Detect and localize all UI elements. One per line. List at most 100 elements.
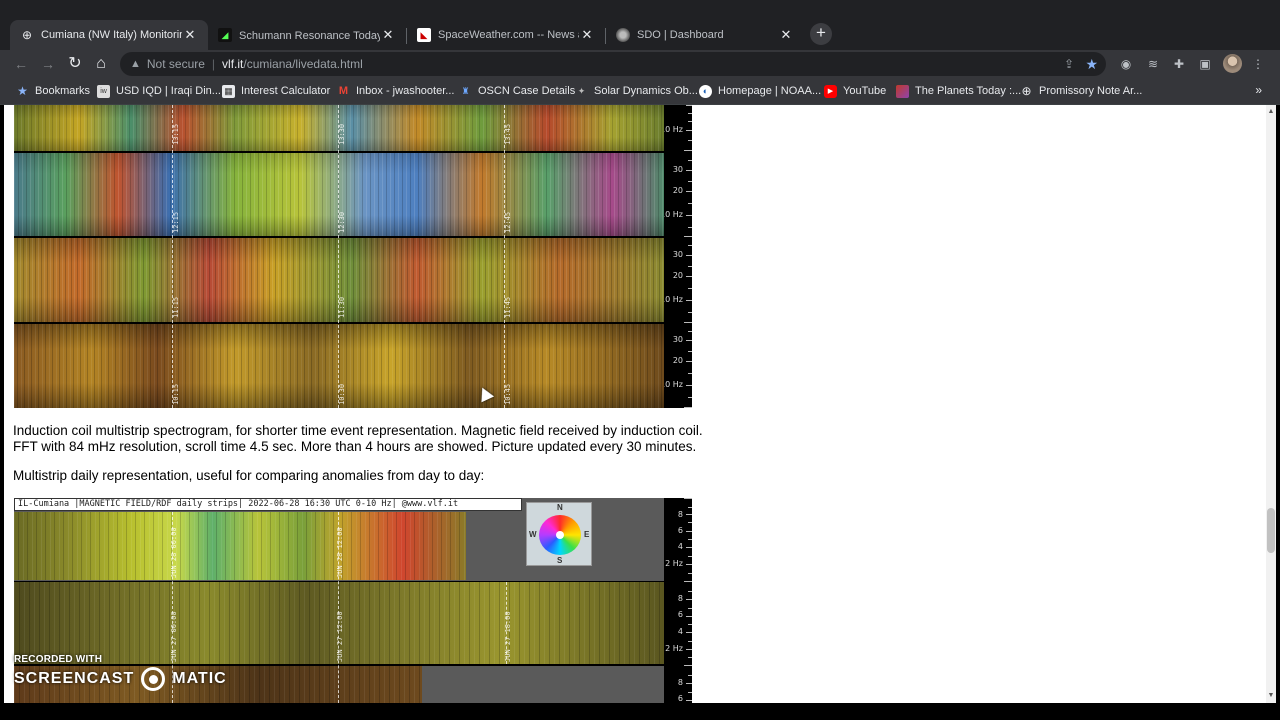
back-button[interactable]: ← (10, 53, 32, 75)
scale-tick (686, 564, 692, 565)
bookmark-youtube[interactable]: ▶ YouTube (824, 83, 886, 99)
scroll-down-arrow-icon[interactable]: ▼ (1266, 691, 1276, 701)
scale-tick (686, 340, 692, 341)
scale-tick (686, 632, 692, 633)
share-icon[interactable]: ⇪ (1064, 57, 1074, 71)
url-path[interactable]: /cumiana/livedata.html (243, 57, 362, 71)
scale-tick (686, 531, 692, 532)
time-label: 10:45 (504, 383, 512, 405)
browser-toolbar: ← → ↻ ⌂ ▲ Not secure | vlf.it /cumiana/l… (0, 50, 1280, 78)
bookmarks-overflow-button[interactable]: » (1255, 83, 1262, 97)
time-label: JUN 27 12:00 (336, 611, 344, 662)
scale-tick (688, 227, 692, 228)
security-label[interactable]: Not secure (147, 57, 205, 71)
scale-tick (686, 616, 692, 617)
scroll-up-arrow-icon[interactable]: ▲ (1266, 107, 1276, 117)
close-icon[interactable]: ✕ (380, 27, 396, 43)
gmail-icon: M (338, 85, 349, 97)
side-panel-icon[interactable]: ▣ (1196, 55, 1214, 73)
watermark-caption: RECORDED WITH (14, 654, 103, 665)
globe-icon: ⊕ (21, 28, 33, 42)
time-gridline (172, 105, 173, 408)
scale-tick (688, 573, 692, 574)
time-label: JUN 27 18:00 (504, 611, 512, 662)
bookmark-noaa[interactable]: ◐ Homepage | NOAA... (699, 83, 821, 99)
time-label: 12:45 (504, 211, 512, 233)
scale-tick (688, 288, 692, 289)
address-separator: | (211, 57, 216, 71)
scale-tick (688, 522, 692, 523)
scale-tick (688, 140, 692, 141)
scale-tick (688, 203, 692, 204)
bookmark-promissory-note[interactable]: ⊕ Promissory Note Ar... (1020, 83, 1142, 99)
scale-tick (688, 657, 692, 658)
time-label: 11:45 (504, 296, 512, 318)
scale-label: 6 (677, 694, 683, 703)
scale-tick (686, 105, 692, 106)
scale-tick (688, 331, 692, 332)
bookmark-oscn[interactable]: ♜ OSCN Case Details (459, 83, 575, 99)
forward-button[interactable]: → (37, 53, 59, 75)
new-tab-button[interactable]: + (810, 23, 832, 45)
scale-tick (684, 581, 692, 582)
frequency-scale: 10 Hz 30 20 10 Hz 30 20 10 Hz 30 20 10 H… (664, 105, 692, 408)
time-label: 10:15 (172, 383, 180, 405)
bookmark-star-icon[interactable]: ★ (1085, 56, 1098, 73)
scale-label: 4 (677, 542, 683, 551)
bookmark-usd-iqd[interactable]: iw USD IQD | Iraqi Din... (97, 83, 221, 99)
profile-avatar[interactable] (1223, 54, 1242, 73)
scale-label: 8 (677, 678, 683, 687)
scale-tick (688, 591, 692, 592)
bookmark-inbox[interactable]: M Inbox - jwashooter... (337, 83, 455, 99)
scale-tick (686, 683, 692, 684)
tab-sdo[interactable]: SDO | Dashboard ✕ (606, 20, 804, 50)
tab-cumiana[interactable]: ⊕ Cumiana (NW Italy) Monitoring S ✕ (10, 20, 208, 50)
scale-label: 10 Hz (664, 125, 683, 134)
scale-label: 10 Hz (664, 295, 683, 304)
menu-kebab-icon[interactable]: ⋮ (1249, 55, 1267, 73)
tab-title: Cumiana (NW Italy) Monitoring S (41, 29, 182, 41)
bookmark-label: USD IQD | Iraqi Din... (116, 85, 221, 97)
tab-strip: ⊕ Cumiana (NW Italy) Monitoring S ✕ ◢ Sc… (0, 18, 1280, 50)
scale-tick (688, 539, 692, 540)
scrollbar-thumb[interactable] (1267, 508, 1275, 553)
close-icon[interactable]: ✕ (778, 27, 794, 43)
scale-tick (688, 113, 692, 114)
bookmark-label: Bookmarks (35, 85, 91, 97)
tab-schumann[interactable]: ◢ Schumann Resonance Today ⚡ ✕ (208, 20, 406, 50)
puzzle-icon[interactable]: ✚ (1170, 55, 1188, 73)
close-icon[interactable]: ✕ (579, 27, 595, 43)
scale-label: 10 Hz (664, 380, 683, 389)
url-host[interactable]: vlf.it (222, 57, 243, 71)
daily-strips-header: IL-Cumiana |MAGNETIC FIELD/RDF daily str… (14, 498, 522, 511)
watermark-brand: SCREENCAST MATIC (14, 667, 227, 691)
page-viewport: 13:15 13:30 13:45 12:15 12:30 12:45 11:1… (4, 105, 1276, 703)
compass-south: S (557, 556, 563, 565)
page-scrollbar[interactable]: ▲ ▼ (1266, 105, 1276, 703)
address-bar[interactable]: ▲ Not secure | vlf.it /cumiana/livedata.… (120, 52, 1106, 76)
bookmarks-bar: ★ Bookmarks iw USD IQD | Iraqi Din... ▦ … (0, 78, 1280, 105)
reload-button[interactable]: ↻ (64, 53, 86, 75)
wayback-extension-icon[interactable]: ◉ (1117, 55, 1135, 73)
tab-title: Schumann Resonance Today ⚡ (239, 29, 380, 42)
bookmark-solar-dynamics[interactable]: ✦ Solar Dynamics Ob... (575, 83, 698, 99)
compass-east: E (584, 530, 590, 539)
bookmark-interest-calculator[interactable]: ▦ Interest Calculator (222, 83, 330, 99)
close-icon[interactable]: ✕ (182, 27, 198, 43)
scale-label: 8 (677, 594, 683, 603)
daily-intro-text: Multistrip daily representation, useful … (13, 468, 485, 483)
bookmark-bookmarks[interactable]: ★ Bookmarks (16, 83, 90, 99)
tab-spaceweather[interactable]: ◣ SpaceWeather.com -- News and ✕ (407, 20, 605, 50)
browser-chrome: ⊕ Cumiana (NW Italy) Monitoring S ✕ ◢ Sc… (0, 0, 1280, 105)
warning-icon[interactable]: ▲ (130, 58, 141, 70)
home-button[interactable]: ⌂ (90, 53, 112, 75)
extension-icon[interactable]: ≋ (1144, 55, 1162, 73)
bookmark-label: YouTube (843, 85, 887, 97)
scale-tick (688, 181, 692, 182)
rdf-center (556, 531, 564, 539)
bookmark-label: Inbox - jwashooter... (356, 85, 455, 97)
watermark-text: MATIC (172, 670, 227, 687)
scale-tick (686, 276, 692, 277)
spectrogram-description: Induction coil multistrip spectrogram, f… (13, 423, 703, 455)
bookmark-planets-today[interactable]: The Planets Today :... (896, 83, 1021, 99)
